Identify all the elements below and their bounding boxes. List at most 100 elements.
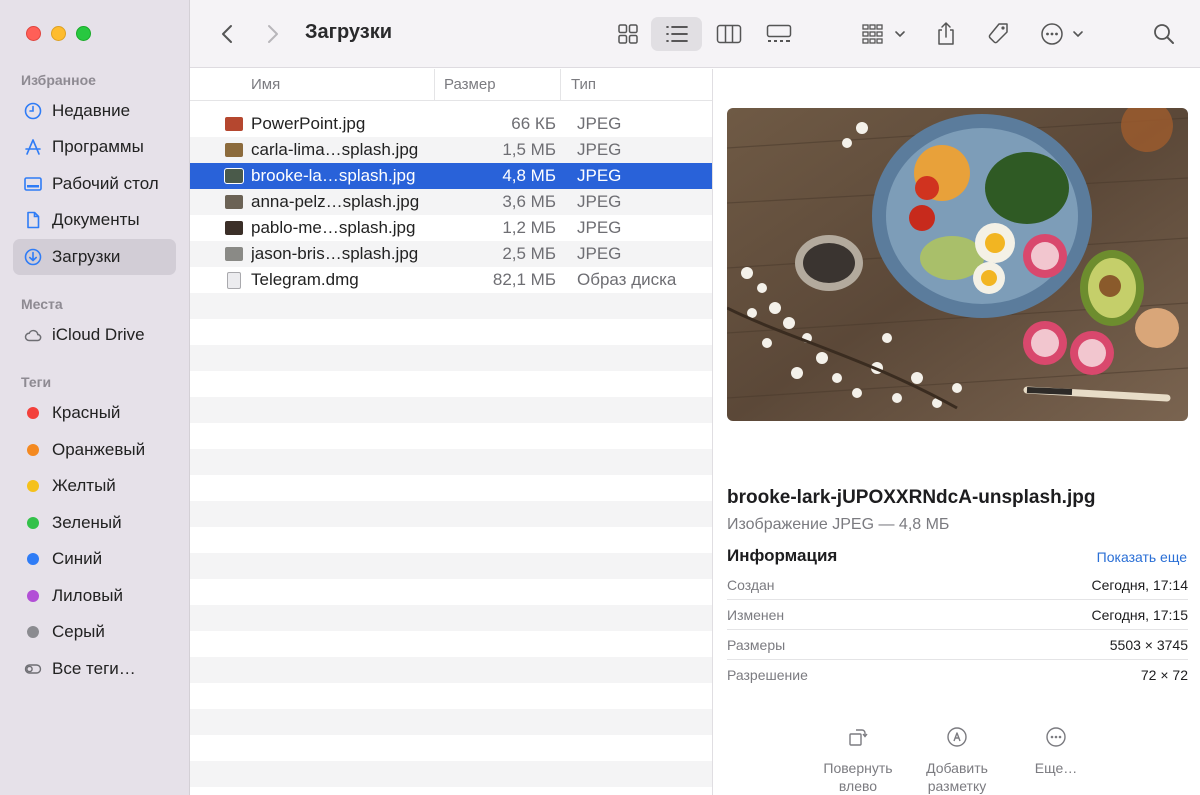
sidebar-item-label: Рабочий стол [52, 174, 159, 193]
column-header-size[interactable]: Размер [435, 69, 561, 100]
sidebar-item-label: Желтый [52, 476, 116, 495]
minimize-window-button[interactable] [51, 26, 66, 41]
file-row-selected[interactable]: brooke-la…splash.jpg 4,8 МБ JPEG [190, 163, 712, 189]
image-thumbnail-icon [225, 195, 243, 209]
actions-menu-button[interactable] [1037, 17, 1089, 51]
file-row[interactable]: PowerPoint.jpg 66 КБ JPEG [190, 111, 712, 137]
file-name: PowerPoint.jpg [251, 114, 366, 133]
sidebar-item-label: Лиловый [52, 586, 123, 605]
sidebar-item-icloud[interactable]: iCloud Drive [13, 317, 176, 353]
info-heading: Информация [727, 546, 838, 565]
share-icon [938, 22, 954, 45]
tag-dot-icon [27, 480, 39, 492]
grid-icon [618, 24, 638, 44]
file-size: 3,6 МБ [502, 192, 556, 211]
column-header-name[interactable]: Имя [190, 69, 435, 100]
file-size: 1,2 МБ [502, 218, 556, 237]
preview-subtitle: Изображение JPEG — 4,8 МБ [727, 516, 950, 533]
tags-heading: Теги [21, 374, 52, 390]
group-menu-button[interactable] [858, 17, 910, 51]
sidebar-item-downloads[interactable]: Загрузки [13, 239, 176, 275]
meta-key: Размеры [727, 636, 786, 653]
file-list: Имя Размер Тип PowerPoint.jpg 66 КБ JPEG… [190, 69, 712, 795]
icon-view-button[interactable] [610, 17, 646, 51]
file-row[interactable]: jason-bris…splash.jpg 2,5 МБ JPEG [190, 241, 712, 267]
forward-button[interactable] [258, 17, 288, 51]
close-window-button[interactable] [26, 26, 41, 41]
tag-dot-icon [27, 553, 39, 565]
meta-value: Сегодня, 17:15 [1091, 606, 1188, 623]
image-thumbnail-icon [225, 143, 243, 157]
sidebar-all-tags[interactable]: Все теги… [13, 651, 176, 687]
tags-button[interactable] [982, 17, 1014, 51]
share-button[interactable] [931, 17, 961, 51]
sidebar-tag-yellow[interactable]: Желтый [13, 468, 176, 504]
file-row[interactable]: pablo-me…splash.jpg 1,2 МБ JPEG [190, 215, 712, 241]
tag-dot-icon [27, 444, 39, 456]
show-more-link[interactable]: Показать еще [1097, 549, 1187, 565]
sidebar-item-label: Все теги… [52, 659, 136, 678]
sidebar-item-label: iCloud Drive [52, 325, 145, 344]
zoom-window-button[interactable] [76, 26, 91, 41]
window-title: Загрузки [305, 21, 393, 43]
download-icon [23, 247, 43, 267]
file-size: 4,8 МБ [502, 166, 556, 185]
sidebar-tag-orange[interactable]: Оранжевый [13, 432, 176, 468]
back-button[interactable] [212, 17, 242, 51]
preview-pane: brooke-lark-jUPOXXRNdcA-unsplash.jpg Изо… [712, 69, 1200, 795]
meta-value: 72 × 72 [1140, 667, 1188, 683]
file-type: JPEG [577, 192, 622, 211]
sidebar-tag-purple[interactable]: Лиловый [13, 578, 176, 614]
file-name: pablo-me…splash.jpg [251, 218, 416, 237]
meta-value: 5503 × 3745 [1109, 636, 1188, 653]
file-type: JPEG [577, 140, 622, 159]
file-type: JPEG [577, 166, 622, 185]
meta-row-resolution: Разрешение 72 × 72 [727, 660, 1188, 690]
column-view-button[interactable] [710, 17, 748, 51]
preview-image [727, 108, 1188, 421]
tag-icon [988, 23, 1008, 44]
file-name: carla-lima…splash.jpg [251, 140, 419, 159]
document-icon [23, 210, 43, 230]
sidebar-item-desktop[interactable]: Рабочий стол [13, 166, 176, 202]
column-header-type[interactable]: Тип [561, 69, 712, 100]
file-row[interactable]: carla-lima…splash.jpg 1,5 МБ JPEG [190, 137, 712, 163]
sidebar-item-applications[interactable]: Программы [13, 129, 176, 165]
more-actions-button[interactable]: Еще… [1006, 725, 1106, 777]
sidebar-item-label: Загрузки [52, 247, 121, 266]
tag-dot-icon [27, 590, 39, 602]
file-row[interactable]: Telegram.dmg 82,1 МБ Образ диска [190, 267, 712, 293]
all-tags-icon [23, 659, 43, 679]
list-view-button[interactable] [651, 17, 702, 51]
list-header: Имя Размер Тип [190, 69, 712, 101]
markup-icon [907, 725, 1007, 749]
tag-dot-icon [27, 626, 39, 638]
sidebar-item-documents[interactable]: Документы [13, 202, 176, 238]
sidebar-tag-gray[interactable]: Серый [13, 614, 176, 650]
add-markup-button[interactable]: Добавить разметку [907, 725, 1007, 795]
meta-value: Сегодня, 17:14 [1091, 576, 1188, 593]
image-thumbnail-icon [225, 247, 243, 261]
rotate-left-button[interactable]: Повернуть влево [808, 725, 908, 795]
action-label: Еще… [1034, 760, 1078, 776]
group-icon [862, 24, 905, 44]
disk-image-icon [227, 271, 241, 289]
sidebar-tag-blue[interactable]: Синий [13, 541, 176, 577]
file-row[interactable]: anna-pelz…splash.jpg 3,6 МБ JPEG [190, 189, 712, 215]
search-icon [1154, 24, 1174, 44]
columns-icon [716, 24, 742, 44]
file-type: JPEG [577, 218, 622, 237]
sidebar-tag-red[interactable]: Красный [13, 395, 176, 431]
gallery-view-button[interactable] [760, 17, 798, 51]
desktop-icon [23, 174, 43, 194]
favorites-heading: Избранное [21, 72, 96, 88]
file-size: 1,5 МБ [502, 140, 556, 159]
search-button[interactable] [1147, 17, 1181, 51]
more-icon [1006, 725, 1106, 749]
image-thumbnail-icon [224, 168, 244, 184]
gallery-icon [766, 24, 792, 42]
sidebar-item-label: Недавние [52, 101, 131, 120]
file-name: brooke-la…splash.jpg [251, 166, 416, 185]
sidebar-item-recents[interactable]: Недавние [13, 93, 176, 129]
sidebar-tag-green[interactable]: Зеленый [13, 505, 176, 541]
